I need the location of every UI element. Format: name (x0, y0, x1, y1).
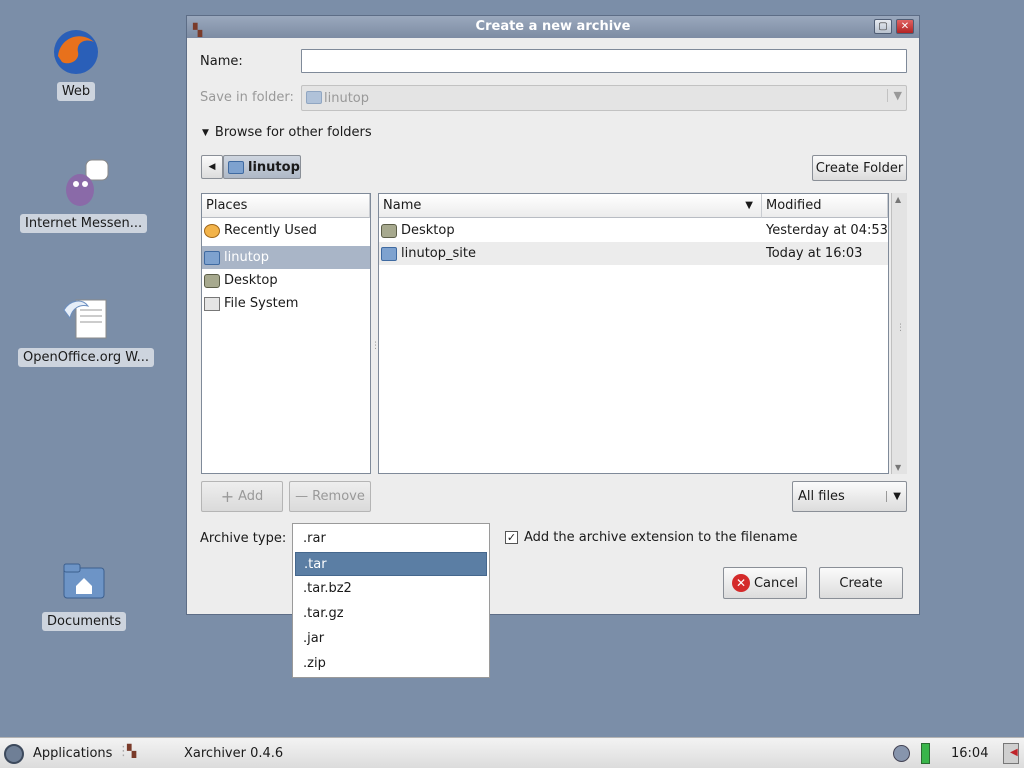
desktop-icon-web[interactable]: Web (50, 26, 102, 101)
applications-menu-icon[interactable] (4, 744, 24, 764)
archive-type-option[interactable]: .zip (295, 652, 487, 676)
cancel-button[interactable]: ✕ Cancel (723, 567, 807, 599)
taskbar-task-xarchiver[interactable]: Xarchiver 0.4.6 (184, 746, 283, 761)
save-in-folder-combo: linutop ▼ (301, 85, 907, 111)
file-modified: Today at 16:03 (766, 246, 863, 261)
drive-icon (204, 296, 220, 311)
file-modified: Yesterday at 04:53 (766, 223, 888, 238)
exit-arrow-icon: ◀ (1010, 747, 1018, 758)
remove-bookmark-button[interactable]: — Remove (289, 481, 371, 512)
places-item-recently-used[interactable]: Recently Used (202, 219, 370, 242)
add-extension-checkbox[interactable]: ✓ (505, 531, 518, 544)
home-folder-icon (204, 250, 220, 265)
clock-icon (204, 223, 220, 238)
places-item-desktop[interactable]: Desktop (202, 269, 370, 292)
cancel-icon: ✕ (731, 574, 750, 592)
browse-folders-expander[interactable]: ▼ Browse for other folders (202, 125, 372, 140)
applications-menu-label[interactable]: Applications (33, 746, 112, 761)
files-panel: Name ▼ Modified Desktop Yesterday at 04:… (378, 193, 889, 474)
desktop-icon-openoffice[interactable]: OpenOffice.org W... (18, 292, 155, 367)
home-folder-icon (58, 556, 110, 608)
name-label: Name: (200, 54, 243, 69)
breadcrumb-back-button[interactable]: ◀ (201, 155, 223, 179)
dialog-title: Create a new archive (475, 19, 631, 34)
desktop-icon (204, 273, 220, 288)
create-button[interactable]: Create (819, 567, 903, 599)
archive-type-option[interactable]: .rar (295, 527, 487, 551)
places-item-label: Desktop (224, 273, 278, 288)
clock[interactable]: 16:04 (951, 746, 988, 761)
archive-type-option[interactable]: .tar.bz2 (295, 577, 487, 601)
places-item-label: linutop (224, 250, 270, 265)
plus-icon: + (220, 487, 235, 506)
desktop-icon-label: OpenOffice.org W... (18, 348, 155, 367)
openoffice-writer-icon (60, 292, 112, 344)
xarchiver-icon[interactable]: ▚ (127, 744, 136, 758)
desktop-icon-documents[interactable]: Documents (42, 556, 127, 631)
add-bookmark-button[interactable]: + Add (201, 481, 283, 512)
archive-type-option[interactable]: .tar.gz (295, 602, 487, 626)
file-row[interactable]: linutop_site Today at 16:03 (379, 242, 888, 265)
places-item-linutop[interactable]: linutop (202, 246, 370, 269)
minus-icon: — (295, 489, 309, 504)
name-input[interactable] (301, 49, 907, 73)
pidgin-icon (58, 158, 110, 210)
maximize-button[interactable]: ▢ (874, 19, 892, 34)
file-row[interactable]: Desktop Yesterday at 04:53 (379, 219, 888, 242)
firefox-icon (50, 26, 102, 78)
taskbar: Applications ⋮ ▚ Xarchiver 0.4.6 16:04 ◀ (0, 737, 1024, 768)
battery-icon (921, 743, 930, 764)
sort-down-icon: ▼ (745, 200, 753, 211)
add-extension-label: Add the archive extension to the filenam… (524, 530, 798, 545)
file-filter-combo[interactable]: All files ▼ (792, 481, 907, 512)
file-name: Desktop (401, 223, 455, 238)
column-header-modified[interactable]: Modified (762, 194, 888, 218)
home-folder-icon (228, 160, 244, 174)
breadcrumb-label: linutop (248, 159, 300, 175)
desktop-icon-messenger[interactable]: Internet Messen... (20, 158, 148, 233)
folder-icon (381, 246, 397, 261)
places-item-label: File System (224, 296, 299, 311)
dialog-titlebar[interactable]: ▚ Create a new archive ▢ ✕ (187, 16, 919, 38)
desktop-icon-label: Internet Messen... (20, 214, 148, 233)
archive-type-option-selected[interactable]: .tar (295, 552, 487, 576)
archive-type-label: Archive type: (200, 531, 287, 546)
arrow-left-icon: ◀ (208, 162, 216, 172)
desktop-icon-label: Documents (42, 612, 127, 631)
scroll-grip-icon: ⋮ (896, 323, 905, 333)
files-scrollbar[interactable]: ▲ ⋮ ▼ (891, 193, 907, 474)
scroll-up-icon[interactable]: ▲ (895, 195, 901, 204)
places-item-file-system[interactable]: File System (202, 292, 370, 315)
file-name: linutop_site (401, 246, 476, 261)
desktop-icon (381, 223, 397, 238)
save-in-folder-value: linutop (324, 91, 370, 106)
folder-icon (306, 91, 322, 104)
scroll-down-icon[interactable]: ▼ (895, 463, 901, 472)
browse-folders-label: Browse for other folders (214, 125, 372, 140)
volume-icon[interactable] (893, 745, 910, 762)
xarchiver-icon: ▚ (193, 23, 203, 37)
desktop-icon-label: Web (56, 82, 96, 101)
archive-type-option[interactable]: .jar (295, 627, 487, 651)
archive-type-dropdown: .rar .tar .tar.bz2 .tar.gz .jar .zip (292, 523, 490, 678)
chevron-down-icon: ▼ (886, 491, 901, 502)
chevron-down-icon: ▼ (886, 89, 902, 102)
create-folder-button[interactable]: Create Folder (812, 155, 907, 181)
close-button[interactable]: ✕ (896, 19, 914, 34)
places-panel: Places Recently Used linutop Desktop Fil… (201, 193, 371, 474)
expander-arrow-icon: ▼ (202, 127, 209, 138)
places-header[interactable]: Places (202, 194, 370, 218)
save-in-folder-label: Save in folder: (200, 90, 294, 105)
breadcrumb-linutop[interactable]: linutop (223, 155, 301, 179)
column-header-name[interactable]: Name ▼ (379, 194, 762, 218)
places-item-label: Recently Used (224, 223, 317, 238)
